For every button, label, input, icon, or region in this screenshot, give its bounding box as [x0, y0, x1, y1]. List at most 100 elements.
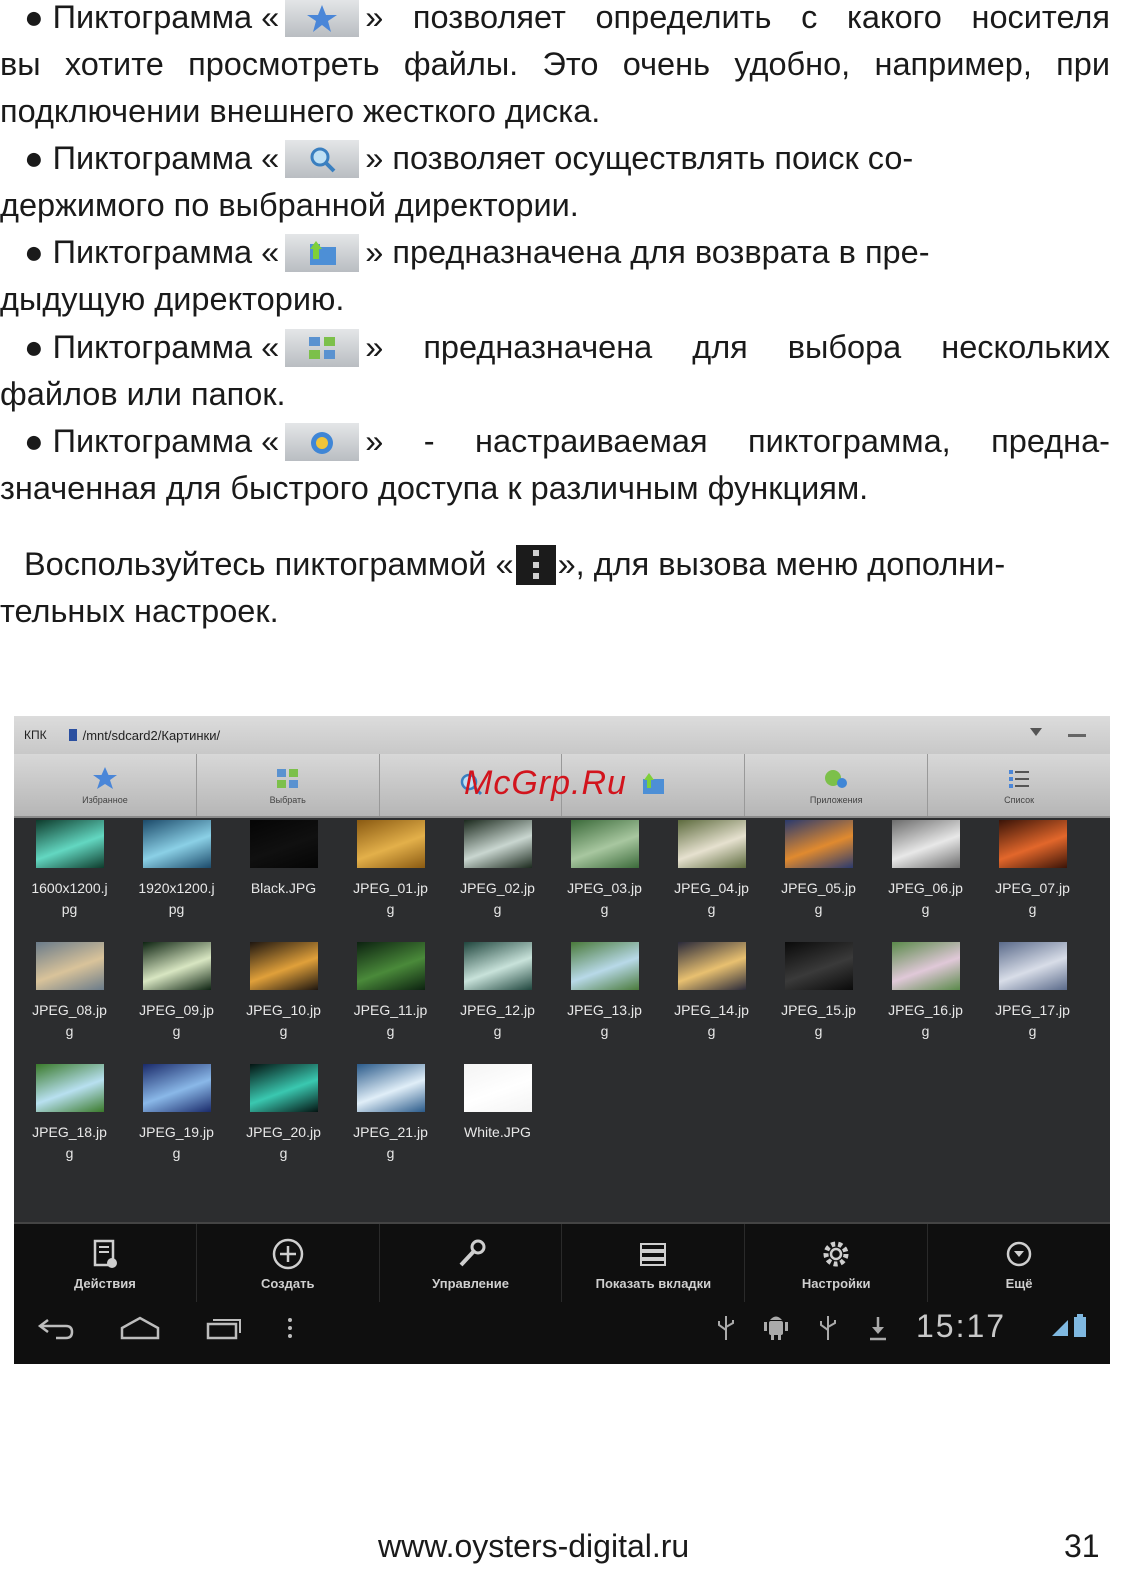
file-name: JPEG_21.jp g: [353, 1124, 428, 1161]
file-thumbnail: [464, 942, 532, 990]
multi-select-icon: [276, 769, 298, 788]
action-label: Настройки: [801, 1275, 871, 1291]
file-name: JPEG_20.jp g: [246, 1124, 321, 1161]
file-manager-screenshot: КПК /mnt/sdcard2/Картинки/ Избранное Выб…: [14, 716, 1110, 1364]
file-thumbnail: [464, 1064, 532, 1112]
file-name: JPEG_12.jp g: [460, 1002, 535, 1039]
file-name: JPEG_08.jp g: [32, 1002, 107, 1039]
root-label[interactable]: КПК: [24, 728, 47, 742]
file-thumbnail: [999, 820, 1067, 868]
file-name: JPEG_10.jp g: [246, 1002, 321, 1039]
bullet-text: » предназначена для выбора нескольких: [365, 329, 1110, 365]
bullet-star: ● Пиктограмма « » позволяет определить с…: [0, 0, 1110, 135]
file-name: JPEG_17.jp g: [995, 1002, 1070, 1039]
create-button[interactable]: Создать: [197, 1224, 380, 1302]
manage-button[interactable]: Управление: [380, 1224, 563, 1302]
bullet-text: ● Пиктограмма «: [24, 0, 280, 35]
add-circle-icon: [272, 1238, 303, 1269]
file-thumbnail: [250, 1064, 318, 1112]
file-thumbnail: [464, 820, 532, 868]
file-thumbnail: [785, 820, 853, 868]
recent-apps-icon[interactable]: [204, 1314, 244, 1342]
file-thumbnail: [357, 942, 425, 990]
bullet-text: значенная для быстрого доступа к различн…: [0, 470, 869, 506]
bullet-text: ● Пиктограмма «: [24, 140, 280, 176]
file-name: JPEG_01.jp g: [353, 880, 428, 917]
file-thumbnail: [571, 942, 639, 990]
menu-note-text: », для вызова меню дополни-: [557, 546, 1006, 582]
file-thumbnail: [678, 820, 746, 868]
file-thumbnail: [678, 942, 746, 990]
minimize-icon[interactable]: [1068, 734, 1086, 737]
file-name: JPEG_04.jp g: [674, 880, 749, 917]
file-thumbnail: [785, 942, 853, 990]
file-thumbnail: [892, 942, 960, 990]
bullet-text: вы хотите просмотреть файлы. Это очень у…: [0, 46, 1110, 82]
dropdown-icon[interactable]: [1030, 728, 1042, 736]
file-thumbnail: [999, 942, 1067, 990]
file-thumbnail: [143, 942, 211, 990]
overflow-menu-icon[interactable]: [284, 1314, 296, 1342]
bullet-text: дыдущую директорию.: [0, 281, 345, 317]
action-label: Ещё: [1005, 1275, 1033, 1291]
file-thumbnail: [250, 820, 318, 868]
bullet-text: » - настраиваемая пиктограмма, предна-: [365, 423, 1110, 459]
action-label: Управление: [432, 1275, 509, 1291]
toolbar-label: Избранное: [82, 795, 128, 805]
bullet-custom: ● Пиктограмма « » - настраиваемая пиктог…: [0, 418, 1110, 512]
file-name: Black.JPG: [250, 880, 317, 896]
file-name: JPEG_07.jp g: [995, 880, 1070, 917]
path-bar: КПК /mnt/sdcard2/Картинки/: [14, 716, 1110, 754]
battery-icon: [1074, 1314, 1086, 1337]
actions-icon: [93, 1239, 117, 1268]
menu-note: Воспользуйтесь пиктограммой « », для выз…: [0, 541, 1110, 635]
file-name: JPEG_09.jp g: [139, 1002, 214, 1039]
file-name: JPEG_06.jp g: [888, 880, 963, 917]
toolbar-label: Приложения: [809, 795, 863, 805]
file-name: JPEG_15.jp g: [781, 1002, 856, 1039]
home-icon[interactable]: [118, 1314, 162, 1342]
toolbar-favorites-button[interactable]: Избранное: [14, 754, 197, 816]
file-name: 1920x1200.j pg: [138, 880, 215, 917]
toolbar-select-button[interactable]: Выбрать: [197, 754, 380, 816]
file-thumbnail: [143, 1064, 211, 1112]
file-name: JPEG_18.jp g: [32, 1124, 107, 1161]
settings-button[interactable]: Настройки: [745, 1224, 929, 1302]
status-clock: 15:17: [916, 1308, 1007, 1344]
search-icon: [285, 139, 360, 178]
file-name: JPEG_11.jp g: [353, 1002, 428, 1039]
action-bar: Действия Создать Управление Показать вкл…: [14, 1224, 1110, 1302]
back-icon[interactable]: [36, 1314, 76, 1342]
tabs-icon: [640, 1242, 667, 1266]
bullet-folder-up: ● Пиктограмма « » предназначена для возв…: [0, 229, 1110, 323]
action-label: Показать вкладки: [595, 1275, 712, 1291]
file-thumbnail: [36, 820, 104, 868]
file-thumbnail: [357, 820, 425, 868]
file-name: JPEG_05.jp g: [781, 880, 856, 917]
action-label: Действия: [74, 1275, 136, 1291]
bullet-text: » предназначена для возврата в пре-: [365, 234, 930, 270]
toolbar-apps-button[interactable]: Приложения: [745, 754, 929, 816]
more-button[interactable]: Ещё: [928, 1224, 1110, 1302]
star-icon: [285, 0, 360, 37]
file-thumbnail: [36, 942, 104, 990]
file-name: JPEG_14.jp g: [674, 1002, 749, 1039]
bottom-bar: Действия Создать Управление Показать вкл…: [14, 1222, 1110, 1364]
file-name: JPEG_02.jp g: [460, 880, 535, 917]
file-name: 1600x1200.j pg: [31, 880, 108, 917]
show-tabs-button[interactable]: Показать вкладки: [562, 1224, 746, 1302]
folder-up-icon: [643, 773, 665, 794]
usb-icon: [718, 1316, 734, 1340]
actions-button[interactable]: Действия: [14, 1224, 197, 1302]
bullet-text: держимого по выбранной директории.: [0, 187, 579, 223]
file-thumbnail: [250, 942, 318, 990]
bullet-text: ● Пиктограмма «: [24, 329, 280, 365]
toolbar-list-button[interactable]: Список: [928, 754, 1110, 816]
path-text[interactable]: /mnt/sdcard2/Картинки/: [83, 728, 220, 743]
wrench-icon: [459, 1239, 486, 1266]
page-number: 31: [1064, 1528, 1100, 1564]
bullet-multi-select: ● Пиктограмма « » предназначена для выбо…: [0, 324, 1110, 418]
usb-icon: [820, 1316, 836, 1340]
download-icon: [870, 1317, 886, 1341]
file-thumbnail: [357, 1064, 425, 1112]
